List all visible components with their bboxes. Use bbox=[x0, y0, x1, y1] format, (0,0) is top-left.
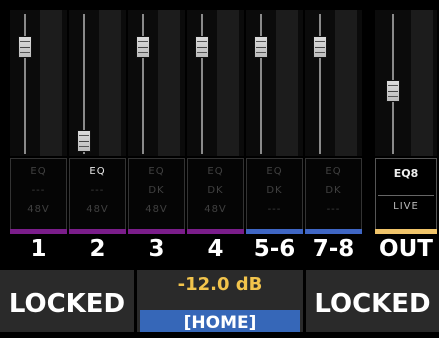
line3-label: 48V bbox=[86, 204, 109, 215]
channel-info-box[interactable]: EQ --- 48V bbox=[10, 158, 67, 232]
channel-color-bar bbox=[187, 229, 244, 234]
line3-label: 48V bbox=[145, 204, 168, 215]
line3-label: 48V bbox=[204, 204, 227, 215]
channel-info-box[interactable]: EQ DK --- bbox=[305, 158, 362, 232]
channel-strip[interactable]: EQ DK --- 7-8 bbox=[305, 10, 362, 266]
line3-label: 48V bbox=[27, 204, 50, 215]
fader-knob[interactable] bbox=[254, 36, 268, 59]
fader-knob[interactable] bbox=[18, 36, 32, 59]
eq-label: EQ bbox=[266, 166, 283, 177]
fader-knob[interactable] bbox=[136, 36, 150, 59]
channel-label: 2 bbox=[89, 236, 106, 262]
out-level-meter bbox=[411, 10, 433, 156]
fader-track bbox=[142, 14, 144, 154]
fader-knob[interactable] bbox=[195, 36, 209, 59]
fader-knob[interactable] bbox=[313, 36, 327, 59]
level-meter bbox=[158, 10, 180, 156]
channel-label: 3 bbox=[148, 236, 165, 262]
eq-label: EQ bbox=[148, 166, 165, 177]
channel-color-bar bbox=[10, 229, 67, 234]
level-meter bbox=[40, 10, 62, 156]
center-panel: -12.0 dB [HOME] bbox=[137, 270, 303, 333]
channel-info-box[interactable]: EQ DK 48V bbox=[187, 158, 244, 232]
channel-strip[interactable]: EQ --- 48V 1 bbox=[10, 10, 67, 266]
eq-label: EQ bbox=[325, 166, 342, 177]
line3-label: --- bbox=[267, 204, 282, 215]
channel-strip[interactable]: EQ DK --- 5-6 bbox=[246, 10, 303, 266]
fader-knob[interactable] bbox=[77, 130, 91, 152]
line2-label: DK bbox=[148, 185, 165, 196]
left-locked-button[interactable]: LOCKED bbox=[0, 270, 134, 332]
line2-label: DK bbox=[207, 185, 224, 196]
out-info-box[interactable]: EQ8 LIVE bbox=[375, 158, 437, 232]
home-button[interactable]: [HOME] bbox=[140, 310, 300, 333]
level-meter bbox=[335, 10, 357, 156]
out-label: OUT bbox=[379, 236, 433, 262]
eq-label: EQ bbox=[30, 166, 47, 177]
channel-strip[interactable]: EQ DK 48V 3 bbox=[128, 10, 185, 266]
eq-label: EQ bbox=[207, 166, 224, 177]
out-color-bar bbox=[375, 229, 437, 234]
channel-color-bar bbox=[69, 229, 126, 234]
eq-label: EQ bbox=[89, 166, 106, 177]
out-fader-knob[interactable] bbox=[386, 79, 400, 102]
fader-track bbox=[201, 14, 203, 154]
channel-color-bar bbox=[128, 229, 185, 234]
out-eq-label: EQ8 bbox=[393, 167, 419, 180]
channel-strip[interactable]: EQ --- 48V 2 bbox=[69, 10, 126, 266]
line2-label: DK bbox=[325, 185, 342, 196]
fader-track bbox=[319, 14, 321, 154]
fader-track bbox=[24, 14, 26, 154]
line3-label: --- bbox=[326, 204, 341, 215]
mixer-screen: EQ --- 48V 1 EQ --- 48V 2 EQ DK 48V 3 EQ DK 48V 4 EQ DK --… bbox=[0, 0, 439, 333]
channel-info-box[interactable]: EQ DK 48V bbox=[128, 158, 185, 232]
level-meter bbox=[276, 10, 298, 156]
channel-color-bar bbox=[246, 229, 303, 234]
line2-label: --- bbox=[31, 185, 46, 196]
level-meter bbox=[99, 10, 121, 156]
line2-label: DK bbox=[266, 185, 283, 196]
fader-track bbox=[260, 14, 262, 154]
channel-color-bar bbox=[305, 229, 362, 234]
output-strip[interactable]: EQ8 LIVE OUT bbox=[375, 10, 437, 266]
line2-label: --- bbox=[90, 185, 105, 196]
channel-info-box[interactable]: EQ --- 48V bbox=[69, 158, 126, 232]
channel-label: 4 bbox=[207, 236, 224, 262]
channel-label: 7-8 bbox=[312, 236, 355, 262]
level-meter bbox=[217, 10, 239, 156]
channel-label: 5-6 bbox=[253, 236, 296, 262]
channel-label: 1 bbox=[30, 236, 47, 262]
gain-readout: -12.0 dB bbox=[177, 274, 263, 295]
channel-info-box[interactable]: EQ DK --- bbox=[246, 158, 303, 232]
right-locked-button[interactable]: LOCKED bbox=[306, 270, 439, 332]
out-live-label: LIVE bbox=[378, 195, 434, 216]
channel-strip[interactable]: EQ DK 48V 4 bbox=[187, 10, 244, 266]
